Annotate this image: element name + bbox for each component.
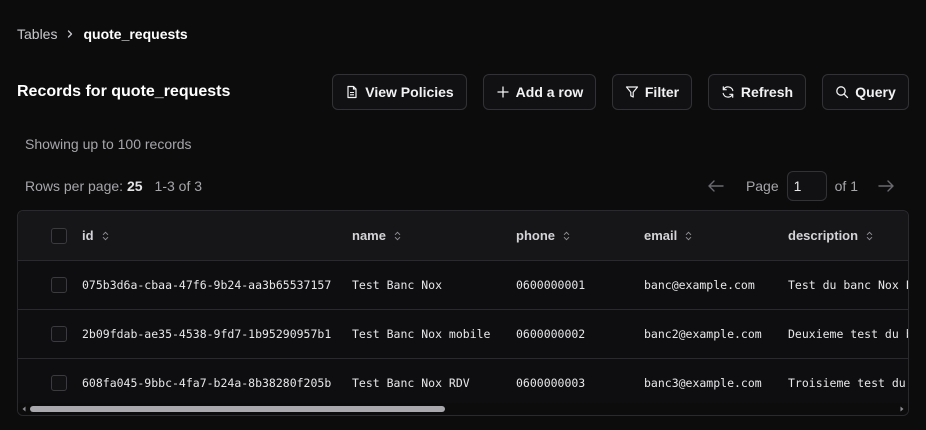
view-policies-label: View Policies xyxy=(365,84,454,100)
file-icon xyxy=(347,85,357,99)
horizontal-scrollbar[interactable] xyxy=(18,403,908,415)
column-header-label: email xyxy=(644,228,678,243)
sort-icon[interactable] xyxy=(102,231,109,241)
cell-phone[interactable]: 0600000001 xyxy=(516,261,640,309)
column-header-label: name xyxy=(352,228,386,243)
add-row-label: Add a row xyxy=(515,84,584,100)
column-header-id[interactable]: id xyxy=(82,211,109,260)
column-header-name[interactable]: name xyxy=(352,211,401,260)
column-header-label: description xyxy=(788,228,859,243)
cell-name[interactable]: Test Banc Nox xyxy=(352,261,512,309)
sort-icon[interactable] xyxy=(866,231,873,241)
table-row[interactable]: 2b09fdab-ae35-4538-9fd7-1b95290957b1 Tes… xyxy=(18,310,908,359)
add-row-button[interactable]: Add a row xyxy=(483,74,596,110)
column-header-phone[interactable]: phone xyxy=(516,211,570,260)
cell-email[interactable]: banc3@example.com xyxy=(644,359,784,407)
page-label: Page xyxy=(745,178,779,194)
refresh-button[interactable]: Refresh xyxy=(708,74,806,110)
cell-name[interactable]: Test Banc Nox mobile xyxy=(352,310,512,358)
cell-description[interactable]: Test du banc Nox En xyxy=(788,261,908,309)
sort-icon[interactable] xyxy=(563,231,570,241)
row-select-cell xyxy=(51,261,67,309)
row-checkbox[interactable] xyxy=(51,326,67,342)
refresh-label: Refresh xyxy=(740,84,794,100)
breadcrumb-tables-link[interactable]: Tables xyxy=(17,26,57,42)
breadcrumb: Tables quote_requests xyxy=(17,25,188,43)
cell-name[interactable]: Test Banc Nox RDV xyxy=(352,359,512,407)
rows-per-page-label: Rows per page: xyxy=(25,178,124,194)
cell-description[interactable]: Troisieme test du b xyxy=(788,359,908,407)
plus-icon xyxy=(497,86,509,98)
cell-email[interactable]: banc2@example.com xyxy=(644,310,784,358)
column-header-description[interactable]: description xyxy=(788,211,873,260)
table-header: id name phone email description xyxy=(18,211,908,261)
cell-phone[interactable]: 0600000002 xyxy=(516,310,640,358)
scroll-right-icon[interactable] xyxy=(898,405,906,413)
refresh-icon xyxy=(722,86,734,98)
arrow-left-icon[interactable] xyxy=(706,179,726,193)
column-header-label: phone xyxy=(516,228,555,243)
view-policies-button[interactable]: View Policies xyxy=(332,74,467,110)
pagination: Page of 1 xyxy=(706,171,896,201)
cell-email[interactable]: banc@example.com xyxy=(644,261,784,309)
table-row[interactable]: 075b3d6a-cbaa-47f6-9b24-aa3b65537157 Tes… xyxy=(18,261,908,310)
scrollbar-thumb[interactable] xyxy=(30,406,445,412)
search-icon xyxy=(836,86,849,99)
cell-id[interactable]: 075b3d6a-cbaa-47f6-9b24-aa3b65537157 xyxy=(82,261,344,309)
chevron-right-icon xyxy=(68,30,73,38)
page-number-input[interactable] xyxy=(786,171,827,201)
rows-per-page-value: 25 xyxy=(126,178,143,194)
showing-records-text: Showing up to 100 records xyxy=(25,136,192,152)
rows-per-page: Rows per page: 25 1-3 of 3 xyxy=(25,178,202,194)
filter-label: Filter xyxy=(644,84,680,100)
cell-phone[interactable]: 0600000003 xyxy=(516,359,640,407)
filter-button[interactable]: Filter xyxy=(612,74,692,110)
select-all-checkbox[interactable] xyxy=(51,227,67,244)
records-range: 1-3 of 3 xyxy=(154,178,203,194)
column-header-label: id xyxy=(82,228,94,243)
query-button[interactable]: Query xyxy=(822,74,909,110)
row-select-cell xyxy=(51,359,67,407)
sort-icon[interactable] xyxy=(394,231,401,241)
cell-id[interactable]: 608fa045-9bbc-4fa7-b24a-8b38280f205b xyxy=(82,359,344,407)
records-table: id name phone email description 075b3d6a… xyxy=(17,210,909,416)
scroll-left-icon[interactable] xyxy=(20,405,28,413)
column-header-email[interactable]: email xyxy=(644,211,692,260)
sort-icon[interactable] xyxy=(685,231,692,241)
page-total-label: of 1 xyxy=(834,178,858,194)
row-checkbox[interactable] xyxy=(51,375,67,391)
toolbar: View Policies Add a row Filter Refresh Q… xyxy=(0,74,926,110)
cell-id[interactable]: 2b09fdab-ae35-4538-9fd7-1b95290957b1 xyxy=(82,310,344,358)
query-label: Query xyxy=(855,84,896,100)
row-checkbox[interactable] xyxy=(51,277,67,293)
rows-per-page-control[interactable]: Rows per page: 25 xyxy=(25,178,143,194)
row-select-cell xyxy=(51,310,67,358)
breadcrumb-current: quote_requests xyxy=(83,26,188,42)
table-row[interactable]: 608fa045-9bbc-4fa7-b24a-8b38280f205b Tes… xyxy=(18,359,908,408)
cell-description[interactable]: Deuxieme test du ba xyxy=(788,310,908,358)
arrow-right-icon[interactable] xyxy=(876,179,896,193)
filter-icon xyxy=(625,86,638,98)
select-all-cell xyxy=(51,211,67,260)
